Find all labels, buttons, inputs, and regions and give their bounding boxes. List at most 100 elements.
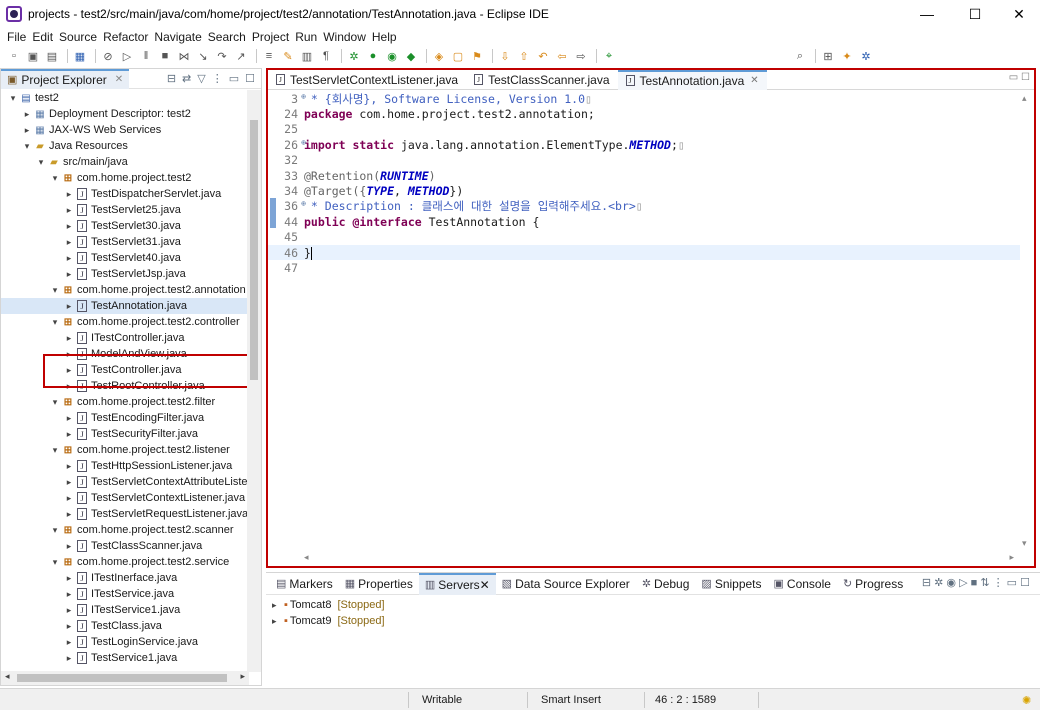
tab-debug[interactable]: ✲ Debug bbox=[636, 573, 696, 595]
tree-item[interactable]: ▸ J TestRootController.java bbox=[1, 378, 249, 394]
tab-project-explorer[interactable]: ▣ Project Explorer ✕ bbox=[1, 68, 130, 89]
editor-tab[interactable]: J TestClassScanner.java bbox=[466, 70, 617, 90]
tab-progress[interactable]: ↻ Progress bbox=[837, 573, 909, 595]
collapsed-arrow-icon[interactable]: ▸ bbox=[63, 605, 75, 616]
code-line[interactable]: 33 @Retention(RUNTIME) bbox=[268, 168, 1020, 183]
next-annotation-icon[interactable]: ⇩ bbox=[497, 49, 513, 63]
tree-item[interactable]: ▸ J ITestService.java bbox=[1, 586, 249, 602]
tree-item[interactable]: ▾ ⊞ com.home.project.test2.controller bbox=[1, 314, 249, 330]
scroll-up-icon[interactable]: ▴ bbox=[1022, 93, 1027, 104]
maximize-view-icon[interactable]: ☐ bbox=[1020, 577, 1030, 589]
collapsed-arrow-icon[interactable]: ▸ bbox=[272, 616, 284, 627]
tree-item[interactable]: ▸ J TestEncodingFilter.java bbox=[1, 410, 249, 426]
collapsed-arrow-icon[interactable]: ▸ bbox=[63, 541, 75, 552]
tree-item[interactable]: ▸ J ModelAndView.java bbox=[1, 346, 249, 362]
tree-item[interactable]: ▾ ▰ Java Resources bbox=[1, 138, 249, 154]
code-line[interactable]: 47 bbox=[268, 260, 1020, 275]
close-tab-icon[interactable]: ✕ bbox=[750, 75, 758, 86]
stop-server-icon[interactable]: ■ bbox=[971, 577, 978, 589]
minimize-view-icon[interactable]: ▭ bbox=[1007, 577, 1017, 589]
open-type-icon[interactable]: ◈ bbox=[431, 49, 447, 63]
code-line[interactable]: 44 public @interface TestAnnotation { bbox=[268, 214, 1020, 229]
step-return-icon[interactable]: ↗ bbox=[233, 49, 249, 63]
tab-data-source-explorer[interactable]: ▧ Data Source Explorer bbox=[496, 573, 636, 595]
collapsed-arrow-icon[interactable]: ▸ bbox=[63, 237, 75, 248]
external-tools-icon[interactable]: ◆ bbox=[403, 49, 419, 63]
code-line[interactable]: 3 ⊕ * {회사명}, Software License, Version 1.… bbox=[268, 91, 1020, 106]
scroll-right-icon[interactable]: ▸ bbox=[240, 671, 245, 682]
coverage-icon[interactable]: ◉ bbox=[384, 49, 400, 63]
close-button[interactable]: ✕ bbox=[996, 0, 1040, 28]
publish-icon[interactable]: ⇅ bbox=[980, 577, 989, 589]
tab-console[interactable]: ▣ Console bbox=[768, 573, 837, 595]
collapsed-arrow-icon[interactable]: ▸ bbox=[63, 381, 75, 392]
minimize-editor-icon[interactable]: ▭ bbox=[1009, 72, 1018, 83]
explorer-horizontal-scrollbar[interactable]: ◂ ▸ bbox=[1, 671, 249, 685]
tree-item[interactable]: ▾ ▤ test2 bbox=[1, 90, 249, 106]
explorer-vertical-scrollbar[interactable] bbox=[247, 90, 261, 672]
menu-source[interactable]: Source bbox=[56, 30, 100, 44]
tree-item[interactable]: ▸ J TestHttpSessionListener.java bbox=[1, 458, 249, 474]
collapsed-arrow-icon[interactable]: ▸ bbox=[63, 637, 75, 648]
scrollbar-thumb[interactable] bbox=[250, 120, 258, 380]
tree-item[interactable]: ▸ J TestServletContextListener.java bbox=[1, 490, 249, 506]
tree-item[interactable]: ▸ J TestServlet25.java bbox=[1, 202, 249, 218]
link-with-editor-icon[interactable]: ⇄ bbox=[182, 72, 191, 85]
expanded-arrow-icon[interactable]: ▾ bbox=[49, 173, 61, 184]
menu-refactor[interactable]: Refactor bbox=[100, 30, 151, 44]
close-view-icon[interactable]: ✕ bbox=[480, 578, 490, 592]
scroll-down-icon[interactable]: ▾ bbox=[1022, 538, 1027, 549]
collapsed-arrow-icon[interactable]: ▸ bbox=[63, 653, 75, 664]
code-area[interactable]: 3 ⊕ * {회사명}, Software License, Version 1.… bbox=[268, 91, 1020, 551]
menu-project[interactable]: Project bbox=[249, 30, 292, 44]
tree-item[interactable]: ▾ ⊞ com.home.project.test2.scanner bbox=[1, 522, 249, 538]
expanded-arrow-icon[interactable]: ▾ bbox=[49, 397, 61, 408]
tree-item[interactable]: ▸ J ITestController.java bbox=[1, 330, 249, 346]
collapsed-arrow-icon[interactable]: ▸ bbox=[63, 429, 75, 440]
tree-item[interactable]: ▸ J TestServletRequestListener.java bbox=[1, 506, 249, 522]
filter-icon[interactable]: ▽ bbox=[197, 72, 205, 85]
show-whitespace-icon[interactable]: ¶ bbox=[318, 49, 334, 63]
collapsed-arrow-icon[interactable]: ▸ bbox=[63, 573, 75, 584]
tree-item[interactable]: ▸ J TestLoginService.java bbox=[1, 634, 249, 650]
code-line[interactable]: 24 package com.home.project.test2.annotat… bbox=[268, 106, 1020, 121]
java-ee-perspective-icon[interactable]: ✦ bbox=[839, 49, 855, 63]
forward-icon[interactable]: ⇨ bbox=[573, 49, 589, 63]
resume-icon[interactable]: ▷ bbox=[119, 49, 135, 63]
open-perspective-icon[interactable]: ⊞ bbox=[820, 49, 836, 63]
collapsed-arrow-icon[interactable]: ▸ bbox=[63, 269, 75, 280]
scrollbar-thumb[interactable] bbox=[17, 674, 227, 682]
editor-horizontal-scrollbar[interactable]: ◂ ▸ bbox=[268, 550, 1020, 566]
collapsed-arrow-icon[interactable]: ▸ bbox=[63, 509, 75, 520]
code-line[interactable]: 45 bbox=[268, 230, 1020, 245]
profile-server-icon[interactable]: ▷ bbox=[959, 577, 967, 589]
server-row[interactable]: ▸ ▪ Tomcat8 [Stopped] bbox=[266, 597, 1040, 613]
collapsed-arrow-icon[interactable]: ▸ bbox=[63, 189, 75, 200]
collapsed-arrow-icon[interactable]: ▸ bbox=[21, 125, 33, 136]
collapsed-arrow-icon[interactable]: ▸ bbox=[272, 600, 284, 611]
menu-search[interactable]: Search bbox=[205, 30, 249, 44]
menu-edit[interactable]: Edit bbox=[29, 30, 56, 44]
code-line[interactable]: 34 @Target({TYPE, METHOD}) bbox=[268, 183, 1020, 198]
tree-item[interactable]: ▸ J TestServletContextAttributeListe bbox=[1, 474, 249, 490]
tree-item[interactable]: ▸ J TestClass.java bbox=[1, 618, 249, 634]
code-line[interactable]: 25 bbox=[268, 122, 1020, 137]
tree-item[interactable]: ▸ J ITestService1.java bbox=[1, 602, 249, 618]
menu-file[interactable]: File bbox=[4, 30, 29, 44]
expanded-arrow-icon[interactable]: ▾ bbox=[7, 93, 19, 104]
tree-item[interactable]: ▾ ⊞ com.home.project.test2 bbox=[1, 170, 249, 186]
close-view-icon[interactable]: ✕ bbox=[115, 74, 123, 85]
expanded-arrow-icon[interactable]: ▾ bbox=[49, 525, 61, 536]
collapsed-arrow-icon[interactable]: ▸ bbox=[63, 493, 75, 504]
tree-item[interactable]: ▸ ▦ Deployment Descriptor: test2 bbox=[1, 106, 249, 122]
pin-editor-icon[interactable]: ⌖ bbox=[601, 49, 617, 63]
toggle-block-icon[interactable]: ≡ bbox=[261, 49, 277, 63]
scroll-left-icon[interactable]: ◂ bbox=[304, 552, 309, 563]
expanded-arrow-icon[interactable]: ▾ bbox=[49, 445, 61, 456]
debug-icon[interactable]: ✲ bbox=[346, 49, 362, 63]
word-wrap-icon[interactable]: ▥ bbox=[299, 49, 315, 63]
expanded-arrow-icon[interactable]: ▾ bbox=[21, 141, 33, 152]
fold-expand-icon[interactable]: ⊕ bbox=[301, 138, 306, 147]
new-icon[interactable]: ▫ bbox=[6, 49, 22, 63]
tab-servers[interactable]: ▥ Servers ✕ bbox=[418, 572, 496, 595]
